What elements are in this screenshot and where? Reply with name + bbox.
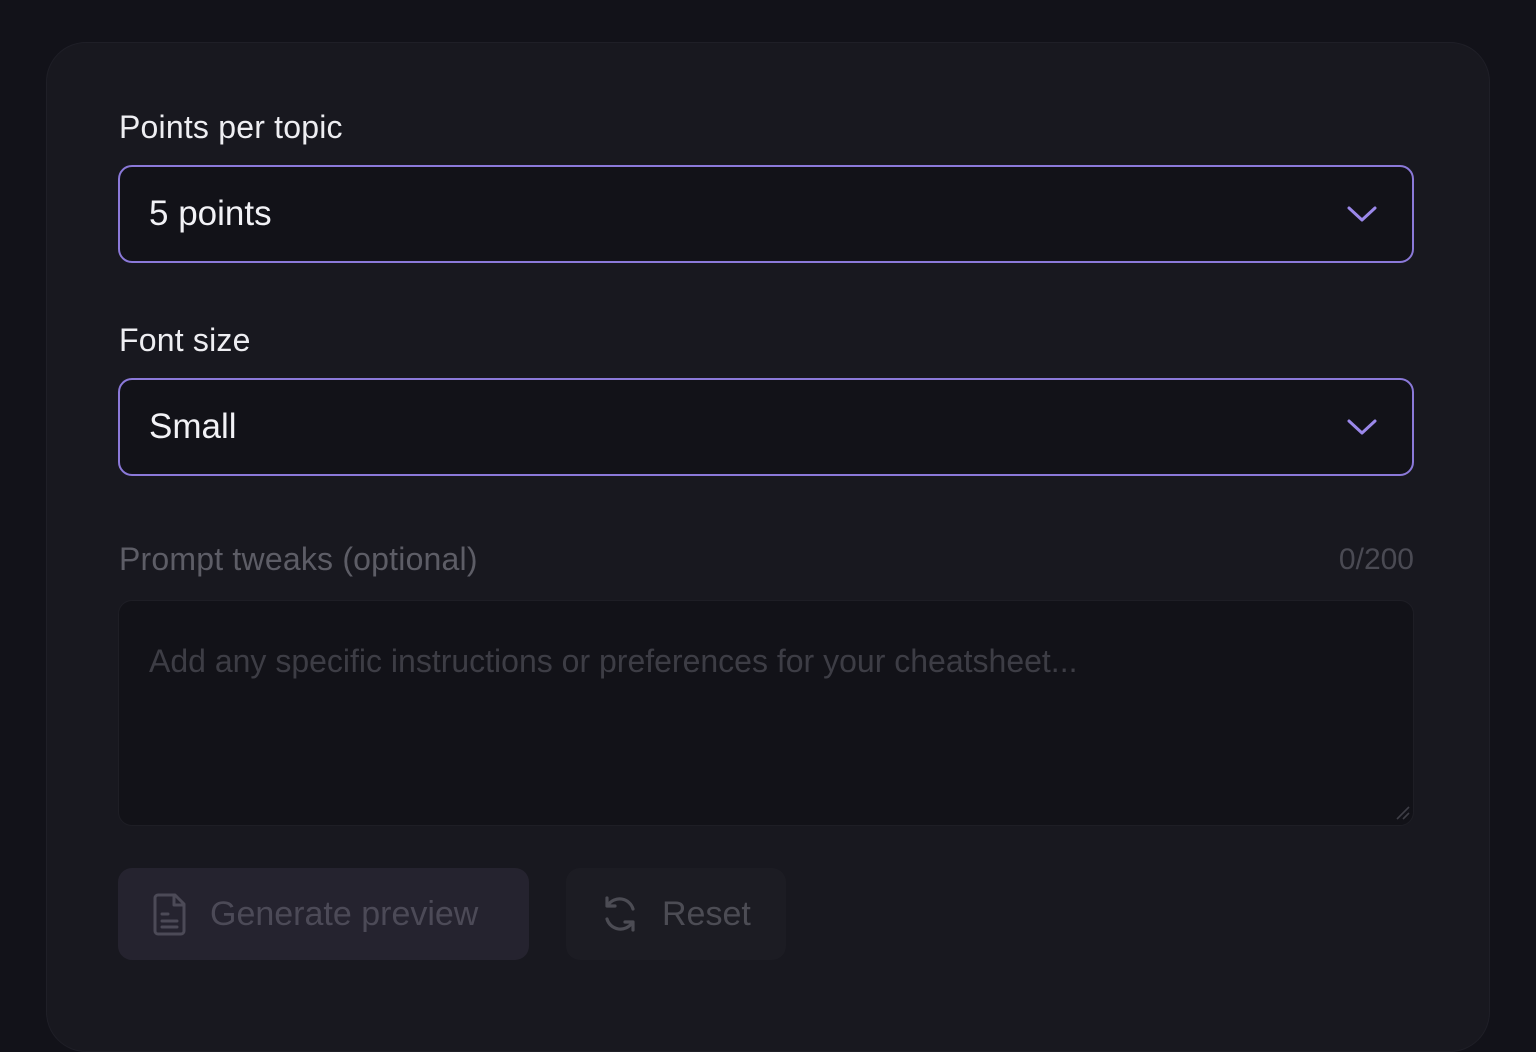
prompt-tweaks-textarea[interactable] xyxy=(118,600,1414,826)
font-size-select[interactable]: Small xyxy=(118,378,1414,476)
chevron-down-icon xyxy=(1347,419,1377,435)
reset-label: Reset xyxy=(662,894,751,933)
reset-button[interactable]: Reset xyxy=(566,868,786,960)
prompt-tweaks-label: Prompt tweaks (optional) xyxy=(119,541,478,577)
font-size-value: Small xyxy=(149,407,237,446)
points-per-topic-select[interactable]: 5 points xyxy=(118,165,1414,263)
generate-preview-button[interactable]: Generate preview xyxy=(118,868,529,960)
points-per-topic-value: 5 points xyxy=(149,194,272,233)
chevron-down-icon xyxy=(1347,206,1377,222)
font-size-label: Font size xyxy=(119,322,251,358)
document-icon xyxy=(152,892,188,936)
points-per-topic-label: Points per topic xyxy=(119,109,343,145)
character-counter: 0/200 xyxy=(1338,543,1414,576)
resize-handle-icon[interactable] xyxy=(1394,804,1410,820)
refresh-icon xyxy=(600,894,640,934)
generate-preview-label: Generate preview xyxy=(210,894,479,933)
